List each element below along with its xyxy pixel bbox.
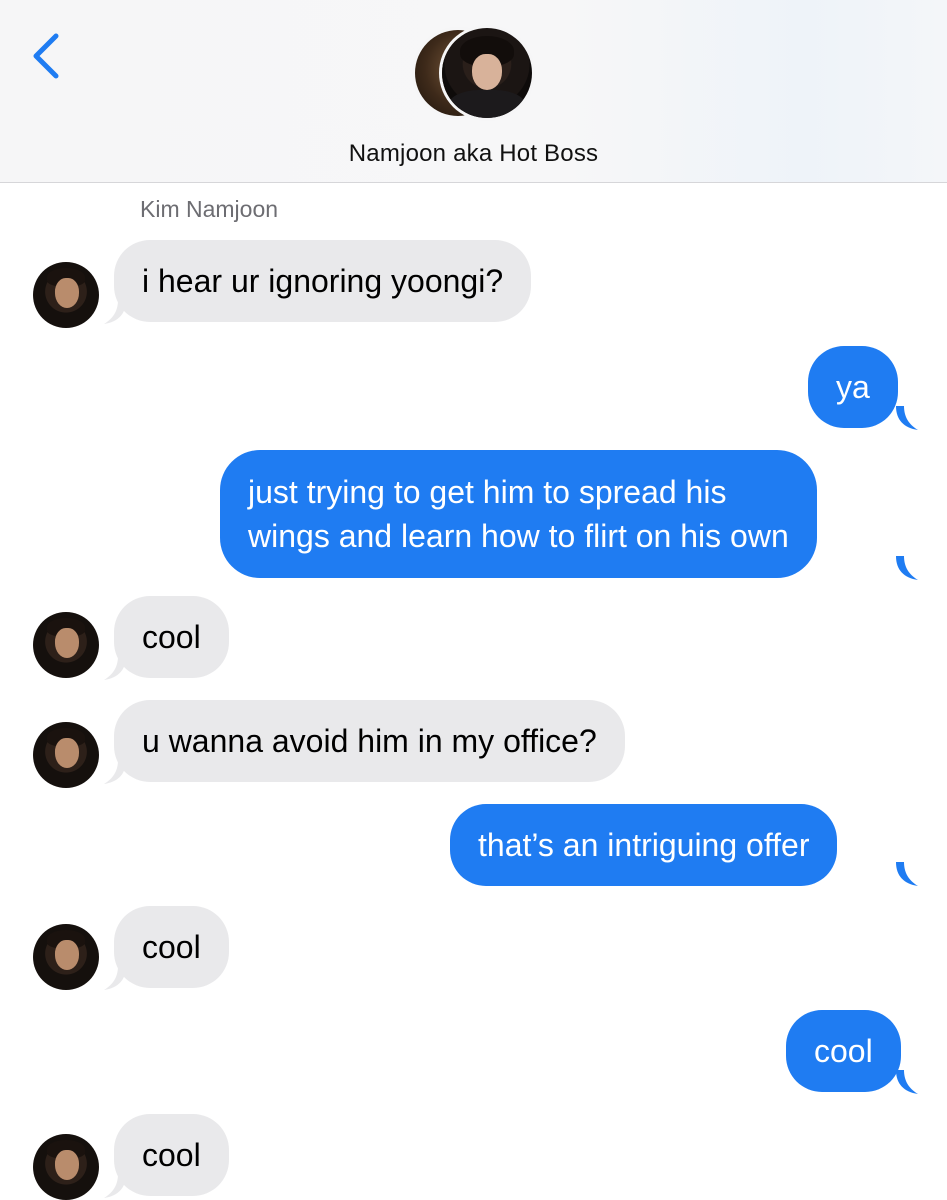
bubble-tail [896,406,918,430]
contact-avatar-group[interactable] [415,28,535,124]
avatar[interactable] [33,262,99,328]
conversation-header: Namjoon aka Hot Boss [0,0,947,183]
message-bubble-incoming[interactable]: i hear ur ignoring yoongi? [114,240,532,322]
message-bubble-outgoing[interactable]: that’s an intriguing offer [450,804,838,886]
bubble-tail [896,556,918,580]
message-line: just trying to get him to spread his [248,474,727,510]
message-line: wings and learn how to flirt on his own [248,518,789,554]
message-bubble-incoming[interactable]: cool [114,906,229,988]
back-button[interactable] [28,30,68,82]
bubble-tail [896,1070,918,1094]
message-bubble-incoming[interactable]: u wanna avoid him in my office? [114,700,625,782]
avatar[interactable] [33,722,99,788]
avatar[interactable] [33,1134,99,1200]
avatar[interactable] [33,612,99,678]
contact-name[interactable]: Namjoon aka Hot Boss [0,140,947,168]
contact-avatar [442,28,532,118]
chevron-left-icon [33,33,59,79]
message-bubble-incoming[interactable]: cool [114,1114,229,1196]
avatar[interactable] [33,924,99,990]
message-bubble-incoming[interactable]: cool [114,596,229,678]
sender-label: Kim Namjoon [140,196,279,222]
message-bubble-outgoing[interactable]: ya [808,346,898,428]
bubble-tail [896,862,918,886]
message-bubble-outgoing[interactable]: just trying to get him to spread his win… [220,450,817,578]
message-bubble-outgoing[interactable]: cool [786,1010,901,1092]
